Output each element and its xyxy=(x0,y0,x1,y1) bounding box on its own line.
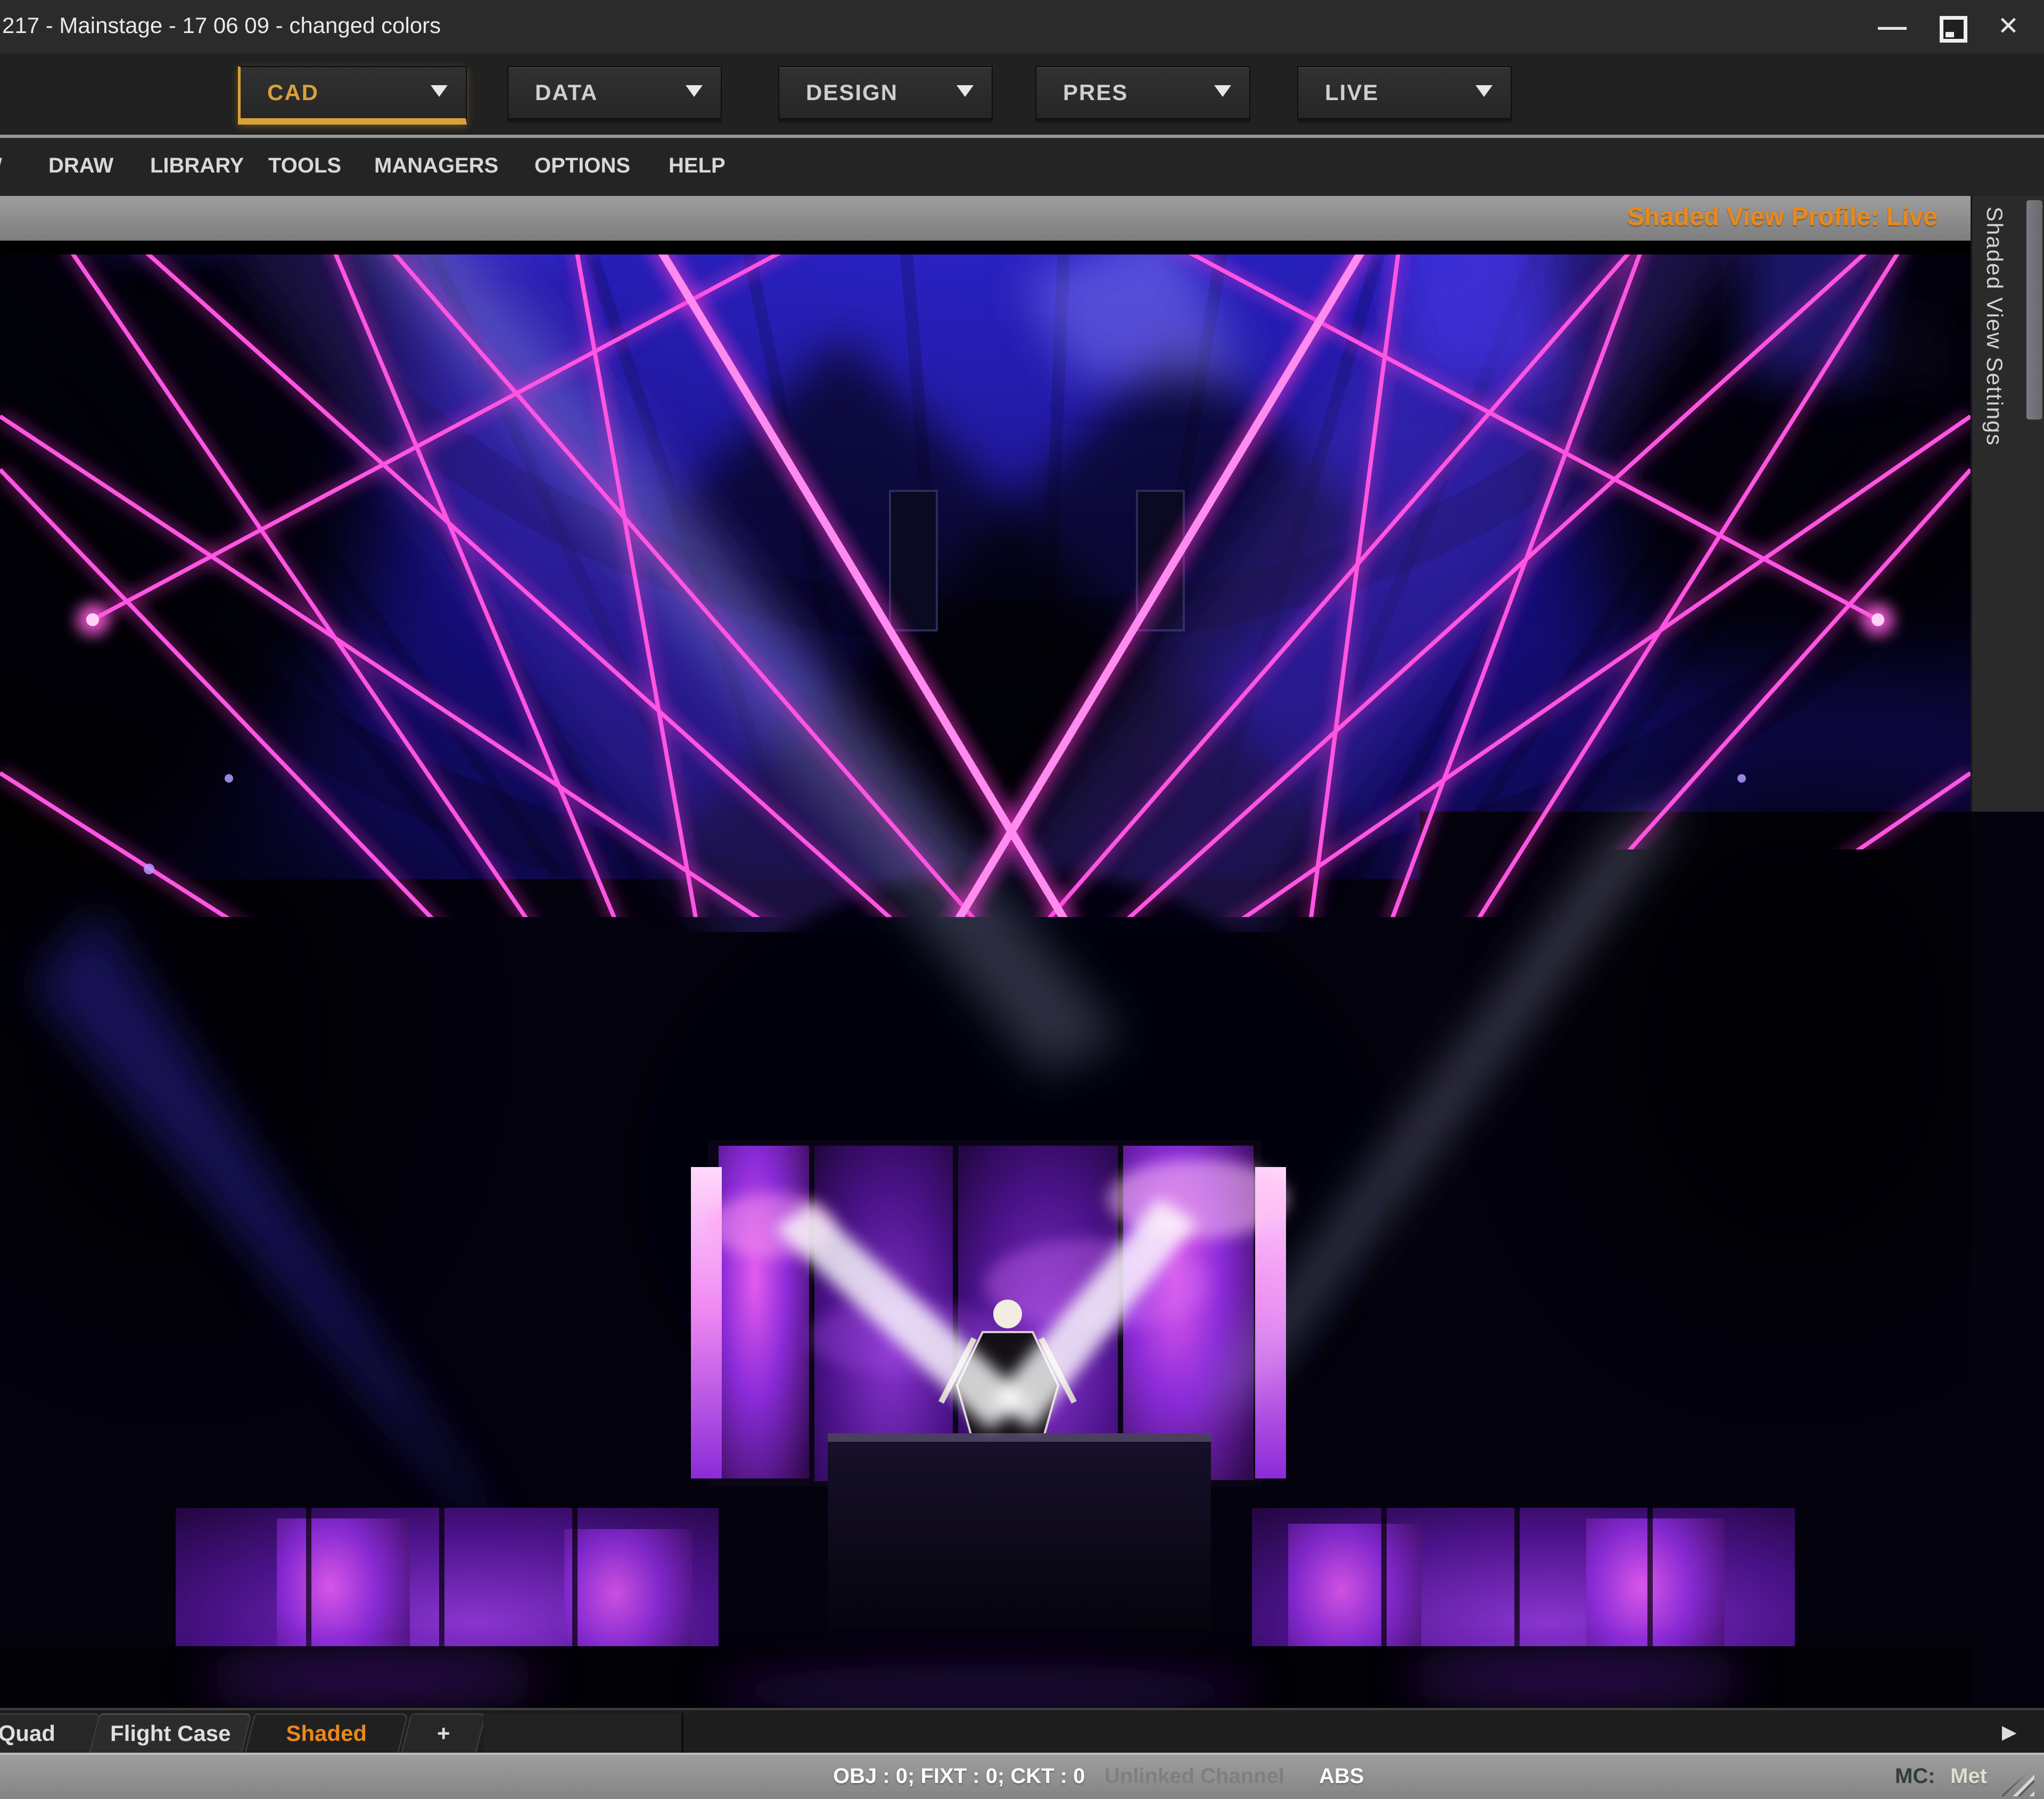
scrollbar-thumb[interactable] xyxy=(2026,200,2042,420)
view-tab-quad[interactable]: Quad xyxy=(0,1713,101,1753)
shaded-3d-viewport[interactable] xyxy=(0,241,1971,1708)
mode-tab-design[interactable]: DESIGN xyxy=(778,66,993,119)
window-title: 217 - Mainstage - 17 06 09 - changed col… xyxy=(2,13,441,38)
chevron-down-icon[interactable] xyxy=(957,85,974,97)
chevron-down-icon[interactable] xyxy=(431,85,448,97)
maximize-icon xyxy=(1940,16,1967,43)
menu-bar: W DRAW LIBRARY TOOLS MANAGERS OPTIONS HE… xyxy=(0,135,2044,196)
tab-strip-extension xyxy=(483,1713,683,1753)
stage-render xyxy=(0,241,1971,1708)
window-resize-grip[interactable] xyxy=(2000,1767,2034,1796)
mode-tab-label: LIVE xyxy=(1325,80,1379,105)
coords-mode-indicator[interactable]: ABS xyxy=(1319,1764,1364,1788)
menu-item-tools[interactable]: TOOLS xyxy=(268,154,341,178)
view-tab-shaded[interactable]: Shaded xyxy=(244,1713,408,1753)
mode-tab-cad[interactable]: CAD xyxy=(238,66,467,125)
mode-tab-label: DATA xyxy=(535,80,598,105)
selection-counts: OBJ : 0; FIXT : 0; CKT : 0 xyxy=(833,1764,1085,1788)
menu-item-options[interactable]: OPTIONS xyxy=(534,154,630,178)
minimize-button[interactable]: — xyxy=(1868,10,1916,44)
ghost-channel-text: Unlinked Channel xyxy=(1105,1764,1284,1788)
title-bar: 217 - Mainstage - 17 06 09 - changed col… xyxy=(0,0,2044,53)
chevron-down-icon[interactable] xyxy=(1476,85,1493,97)
chevron-down-icon[interactable] xyxy=(1214,85,1231,97)
mode-tab-live[interactable]: LIVE xyxy=(1297,66,1512,119)
shaded-view-profile-text: Shaded View Profile: Live xyxy=(1627,202,1938,232)
view-profile-banner: Shaded View Profile: Live xyxy=(0,196,1971,241)
mode-tab-label: PRES xyxy=(1063,80,1128,105)
plus-icon: + xyxy=(407,1715,480,1752)
menu-item-draw[interactable]: DRAW xyxy=(48,154,113,178)
view-tab-flight-case[interactable]: Flight Case xyxy=(88,1713,252,1753)
close-button[interactable]: ✕ xyxy=(1984,10,2032,44)
view-tab-label: Shaded xyxy=(251,1715,402,1752)
menu-item-library[interactable]: LIBRARY xyxy=(150,154,244,178)
mode-tab-label: CAD xyxy=(267,80,319,105)
mode-tab-label: DESIGN xyxy=(806,80,898,105)
view-tab-bar: Quad Flight Case Shaded + ► xyxy=(0,1708,2044,1753)
viewport-top-strip xyxy=(0,241,1971,254)
mode-tab-data[interactable]: DATA xyxy=(507,66,722,119)
menu-item-help[interactable]: HELP xyxy=(669,154,726,178)
tab-scroll-right-icon[interactable]: ► xyxy=(1997,1718,2022,1746)
shaded-view-settings-label[interactable]: Shaded View Settings xyxy=(1982,207,2007,446)
mc-value: Met xyxy=(1950,1764,1987,1788)
shaded-view-settings-panel[interactable]: Shaded View Settings xyxy=(1971,196,2044,1708)
menu-item-managers[interactable]: MANAGERS xyxy=(374,154,498,178)
maximize-button[interactable] xyxy=(1927,10,1975,44)
mode-tab-pres[interactable]: PRES xyxy=(1035,66,1250,119)
view-tab-label: Quad xyxy=(0,1715,94,1752)
view-tab-label: Flight Case xyxy=(95,1715,245,1752)
chevron-down-icon[interactable] xyxy=(686,85,703,97)
add-view-tab-button[interactable]: + xyxy=(400,1713,486,1753)
mode-tab-bar: CAD DATA DESIGN PRES LIVE xyxy=(0,53,2044,135)
menu-item-clipped[interactable]: W xyxy=(0,154,2,178)
mc-label: MC: xyxy=(1895,1764,1935,1788)
status-bar: OBJ : 0; FIXT : 0; CKT : 0 Unlinked Chan… xyxy=(0,1753,2044,1799)
